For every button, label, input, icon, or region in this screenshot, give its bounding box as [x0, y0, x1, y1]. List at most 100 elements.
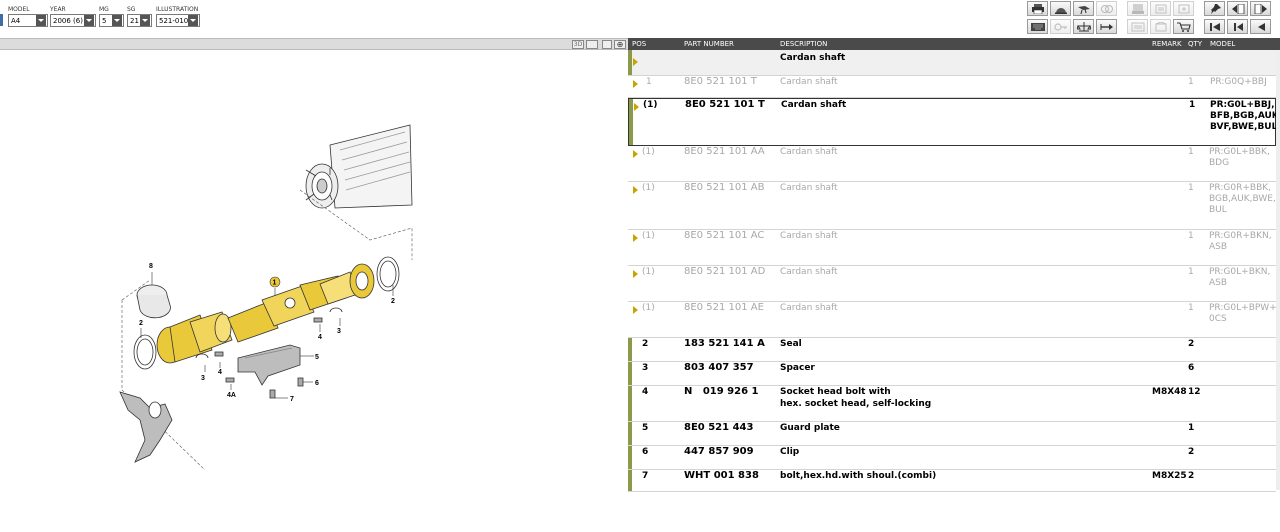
triangle-left-icon: [1257, 22, 1265, 31]
expand-triangle-icon[interactable]: [633, 306, 638, 314]
callout-3-right[interactable]: 3: [337, 328, 341, 335]
keyboard-button[interactable]: [1027, 19, 1048, 34]
table-row[interactable]: (1) 8E0 521 101 AD Cardan shaft 1 PR:G0L…: [628, 266, 1276, 302]
prev-page-button[interactable]: [1227, 1, 1248, 16]
first-button[interactable]: [1204, 19, 1225, 34]
callout-4-right[interactable]: 4: [318, 334, 322, 341]
page-left-icon: [1231, 3, 1244, 14]
chevron-down-icon[interactable]: [112, 15, 122, 26]
callout-6[interactable]: 6: [315, 380, 319, 387]
col-pos[interactable]: POS: [632, 40, 646, 48]
chevron-down-icon[interactable]: [188, 15, 198, 26]
vehicle-button[interactable]: [1073, 19, 1094, 34]
lookup-button[interactable]: [1096, 1, 1117, 16]
expand-triangle-icon[interactable]: [633, 186, 638, 194]
expand-triangle-icon[interactable]: [633, 150, 638, 158]
print-button[interactable]: [1027, 1, 1048, 16]
row-qty: 1: [1188, 267, 1194, 277]
next-page-button[interactable]: [1250, 1, 1271, 16]
table-row[interactable]: 4 N 019 926 1 Socket head bolt with hex.…: [628, 386, 1276, 422]
table-scrollbar[interactable]: [1276, 50, 1280, 490]
table-row[interactable]: 5 8E0 521 443 Guard plate 1: [628, 422, 1276, 446]
callout-3-left[interactable]: 3: [201, 375, 205, 382]
row-part: 8E0 521 443: [684, 422, 754, 433]
table-row[interactable]: 1 8E0 521 101 T Cardan shaft 1 PR:G0Q+BB…: [628, 76, 1276, 98]
skip-first-icon: [1209, 22, 1220, 31]
table-row-selected[interactable]: (1) 8E0 521 101 T Cardan shaft 1 PR:G0L+…: [628, 98, 1280, 146]
chevron-down-icon[interactable]: [36, 15, 46, 26]
cart-icon: [1176, 21, 1191, 32]
arrow-right-icon: [1100, 23, 1113, 30]
illustration-toolbar: 3D ⊕: [0, 38, 628, 50]
table-row[interactable]: 2 183 521 141 A Seal 2: [628, 338, 1276, 362]
table-row[interactable]: Cardan shaft: [628, 50, 1276, 76]
model-select[interactable]: MODEL A4: [8, 6, 48, 27]
service-button[interactable]: [1050, 1, 1071, 16]
callout-7[interactable]: 7: [290, 396, 294, 403]
pin-icon: [1210, 3, 1221, 14]
expand-triangle-icon[interactable]: [633, 234, 638, 242]
dome-icon: [1054, 7, 1067, 14]
expand-triangle-icon[interactable]: [633, 80, 638, 88]
row-model: PR:G0Q+BBJ: [1210, 77, 1267, 87]
tools-button[interactable]: [1073, 1, 1094, 16]
guard-plate: [237, 344, 301, 386]
col-remark[interactable]: REMARK: [1152, 40, 1182, 48]
pin-button[interactable]: [1204, 1, 1225, 16]
year-select[interactable]: YEAR 2006 (6): [50, 6, 96, 27]
order-button[interactable]: [1150, 19, 1171, 34]
arrow-button[interactable]: [1096, 19, 1117, 34]
callout-2-left[interactable]: 2: [139, 320, 143, 327]
lower-bracket: [119, 391, 173, 463]
row-part: 8E0 521 101 AE: [684, 302, 764, 313]
cart-button[interactable]: [1173, 19, 1194, 34]
col-model[interactable]: MODEL: [1210, 40, 1235, 48]
expand-triangle-icon[interactable]: [633, 270, 638, 278]
parts-table-header: POS PART NUMBER DESCRIPTION REMARK QTY M…: [628, 38, 1280, 50]
row-pos: (1): [642, 147, 655, 157]
table-row[interactable]: (1) 8E0 521 101 AB Cardan shaft 1 PR:G0R…: [628, 182, 1276, 230]
illustration-select[interactable]: ILLUSTRATION 521-010: [156, 6, 200, 27]
previous-button[interactable]: [1227, 19, 1248, 34]
callout-5[interactable]: 5: [315, 354, 319, 361]
back-button[interactable]: [1250, 19, 1271, 34]
table-row[interactable]: 7 WHT 001 838 bolt,hex.hd.with shoul.(co…: [628, 470, 1276, 492]
callout-8[interactable]: 8: [149, 263, 153, 270]
table-row[interactable]: 3 803 407 357 Spacer 6: [628, 362, 1276, 386]
table-row[interactable]: (1) 8E0 521 101 AA Cardan shaft 1 PR:G0L…: [628, 146, 1276, 182]
cardan-shaft-highlight: [156, 263, 375, 364]
key-button[interactable]: [1050, 19, 1071, 34]
table-row[interactable]: (1) 8E0 521 101 AC Cardan shaft 1 PR:G0R…: [628, 230, 1276, 266]
col-part-number[interactable]: PART NUMBER: [684, 40, 734, 48]
col-description[interactable]: DESCRIPTION: [780, 40, 827, 48]
list-button[interactable]: [1127, 19, 1148, 34]
view-split-button[interactable]: [602, 40, 612, 49]
callout-1[interactable]: 1: [273, 280, 277, 287]
row-qty: 2: [1188, 471, 1195, 481]
year-value: 2006 (6): [53, 16, 83, 25]
view-3d-button[interactable]: 3D: [572, 40, 584, 49]
model-label: MODEL: [8, 6, 30, 13]
chevron-down-icon[interactable]: [140, 15, 150, 26]
chevron-down-icon[interactable]: [84, 15, 94, 26]
sg-select[interactable]: SG 21: [127, 6, 152, 27]
year-label: YEAR: [50, 6, 66, 13]
callout-2-right[interactable]: 2: [391, 298, 395, 305]
cart-add-button[interactable]: [1173, 1, 1194, 16]
parts-illustration[interactable]: 1 8 2 2 3 3 4 4 4A 5 6 7: [0, 51, 628, 532]
view-mode-button[interactable]: [586, 40, 598, 49]
notes-button[interactable]: [1150, 1, 1171, 16]
expand-triangle-icon[interactable]: [634, 103, 639, 111]
table-row[interactable]: (1) 8E0 521 101 AE Cardan shaft 1 PR:G0L…: [628, 302, 1277, 338]
table-row[interactable]: 6 447 857 909 Clip 2: [628, 446, 1276, 470]
col-qty[interactable]: QTY: [1188, 40, 1202, 48]
row-desc: Seal: [780, 339, 802, 349]
row-desc: bolt,hex.hd.with shoul.(combi): [780, 471, 937, 481]
expand-icon[interactable]: ⊕: [614, 40, 626, 49]
mg-select[interactable]: MG 5: [99, 6, 124, 27]
callout-4a[interactable]: 4A: [227, 392, 236, 399]
elsa-button[interactable]: [1127, 1, 1148, 16]
callout-4-left[interactable]: 4: [218, 369, 222, 376]
row-model: PR:G0L+BBK, BDG: [1209, 147, 1270, 168]
expand-triangle-icon[interactable]: [633, 58, 638, 66]
